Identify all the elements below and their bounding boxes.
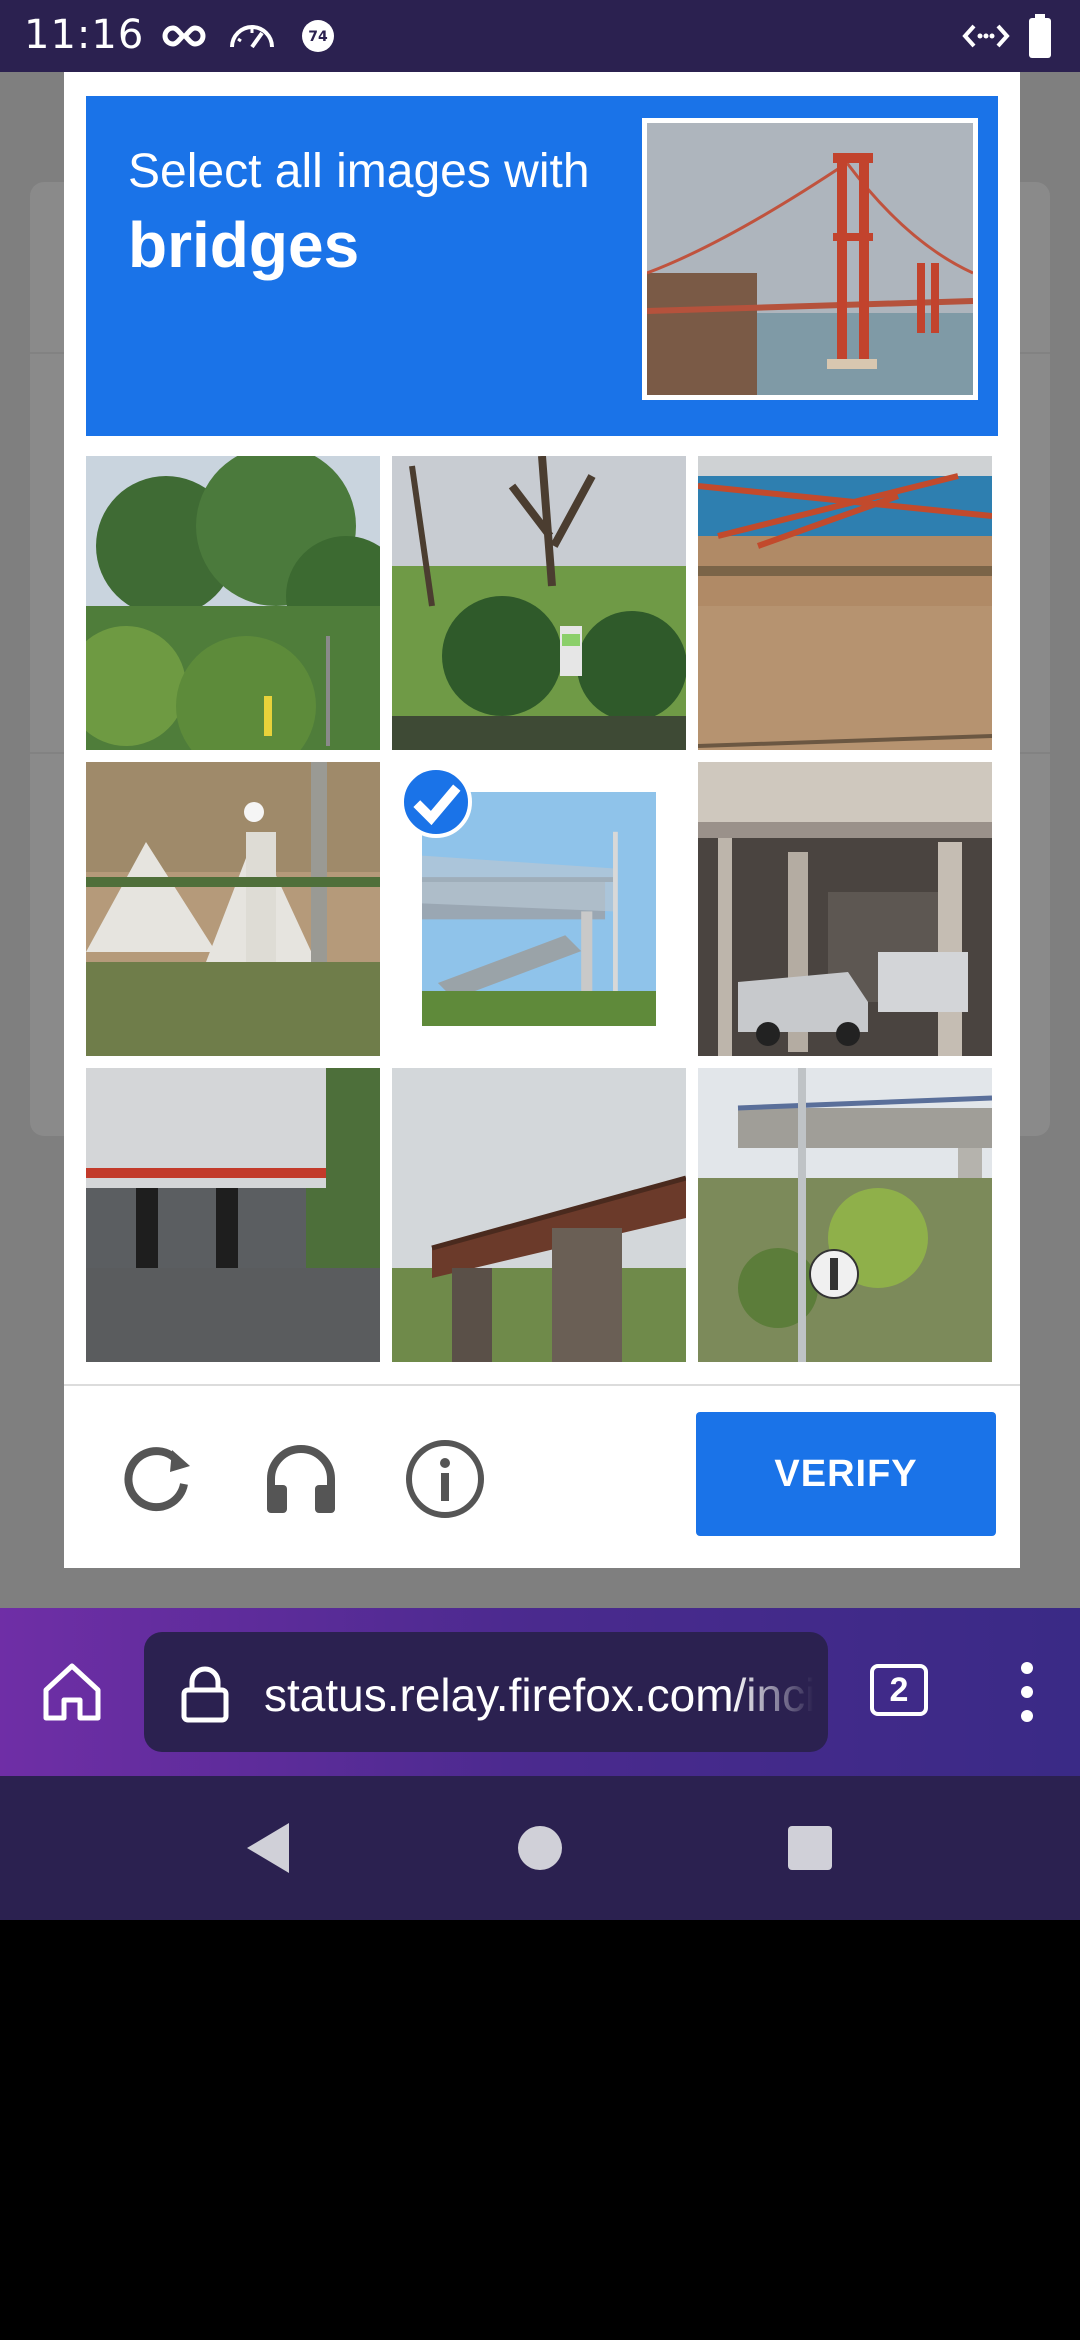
- status-bar: 11:16 74: [0, 0, 1080, 72]
- image-tile[interactable]: [86, 456, 380, 750]
- image-tile[interactable]: [698, 456, 992, 750]
- image-tile-selected[interactable]: [392, 762, 686, 1056]
- home-nav-icon[interactable]: [508, 1816, 572, 1880]
- battery-icon: [1028, 14, 1052, 58]
- notification-badge-text: 74: [308, 29, 328, 45]
- headphones-icon[interactable]: [256, 1434, 346, 1524]
- back-icon[interactable]: [236, 1816, 300, 1880]
- url-bar[interactable]: status.relay.firefox.com/incidents: [144, 1632, 828, 1752]
- captcha-dialog: Select all images with bridges VERIFY: [64, 72, 1020, 1568]
- home-icon[interactable]: [38, 1658, 106, 1726]
- tab-counter-button[interactable]: 2: [870, 1664, 928, 1716]
- checkmark-icon: [400, 766, 472, 838]
- badge-74-icon: 74: [300, 18, 336, 54]
- infinity-icon: [162, 18, 206, 54]
- lock-icon: [178, 1664, 232, 1724]
- captcha-prompt: Select all images with bridges: [86, 96, 998, 436]
- image-tile[interactable]: [392, 456, 686, 750]
- image-tile[interactable]: [392, 1068, 686, 1362]
- image-tile[interactable]: [698, 1068, 992, 1362]
- refresh-icon[interactable]: [112, 1434, 202, 1524]
- overflow-menu-icon[interactable]: [1012, 1658, 1042, 1726]
- image-tile[interactable]: [86, 1068, 380, 1362]
- recents-icon[interactable]: [778, 1816, 842, 1880]
- blank-area: [0, 1920, 1080, 2340]
- image-tile[interactable]: [86, 762, 380, 1056]
- navigation-bar: [0, 1776, 1080, 1920]
- info-icon[interactable]: [400, 1434, 490, 1524]
- prompt-target: bridges: [128, 209, 360, 281]
- image-tile[interactable]: [698, 762, 992, 1056]
- example-image: [642, 118, 978, 400]
- prompt-prefix: Select all images with: [128, 145, 590, 198]
- footer-divider: [64, 1384, 1020, 1386]
- code-arrows-icon: [962, 18, 1010, 54]
- clock: 11:16: [24, 12, 145, 58]
- browser-toolbar: status.relay.firefox.com/incidents 2: [0, 1608, 1080, 1776]
- url-text: status.relay.firefox.com/incidents: [264, 1669, 814, 1721]
- verify-button[interactable]: VERIFY: [696, 1412, 996, 1536]
- speedometer-icon: [228, 18, 276, 54]
